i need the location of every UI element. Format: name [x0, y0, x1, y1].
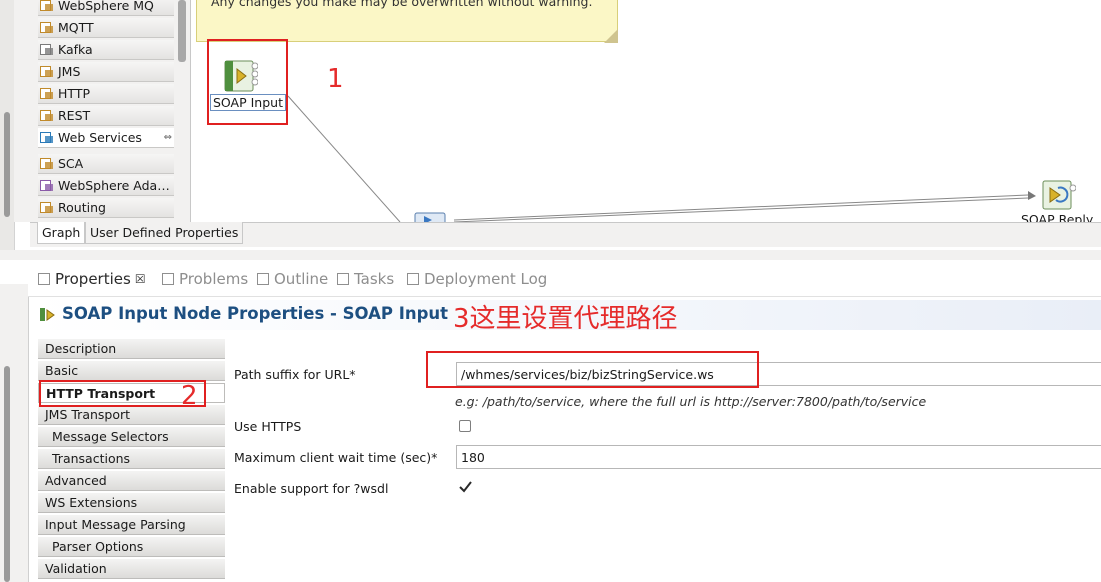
- section-label: Parser Options: [52, 539, 144, 554]
- palette-item-label: SCA: [58, 156, 84, 171]
- problems-icon: [162, 273, 174, 285]
- soap-input-node-icon[interactable]: [224, 60, 259, 92]
- use-https-checkbox[interactable]: [459, 420, 471, 432]
- properties-icon: [38, 273, 50, 285]
- palette-item-label: REST: [58, 108, 91, 123]
- section-label: JMS Transport: [45, 407, 131, 422]
- annotation-text-3: 3这里设置代理路径: [453, 304, 678, 334]
- use-https-label: Use HTTPS: [234, 419, 302, 434]
- sca-icon: [40, 157, 54, 170]
- tab-tasks[interactable]: Tasks: [337, 268, 394, 290]
- palette-item-label: Kafka: [58, 42, 93, 57]
- annotation-number-1: 1: [327, 64, 344, 94]
- kafka-icon: [40, 43, 54, 56]
- palette-item[interactable]: HTTP: [38, 84, 174, 104]
- palette-item[interactable]: MQTT: [38, 18, 174, 38]
- tab-properties[interactable]: Properties ☒: [38, 268, 146, 290]
- mqtt-icon: [40, 21, 54, 34]
- http-icon: [40, 87, 54, 100]
- section-label: HTTP Transport: [46, 385, 156, 401]
- section-label: Message Selectors: [52, 429, 169, 444]
- palette-item[interactable]: Routing: [38, 198, 174, 218]
- section-label: Input Message Parsing: [45, 517, 186, 532]
- tab-graph[interactable]: Graph: [37, 222, 86, 244]
- palette-item-label: Web Services: [58, 130, 142, 145]
- section-transactions[interactable]: Transactions: [38, 449, 225, 469]
- tab-outline[interactable]: Outline: [257, 268, 328, 290]
- max-wait-value: 180: [461, 449, 485, 465]
- section-basic[interactable]: Basic: [38, 361, 225, 381]
- tasks-icon: [337, 273, 349, 285]
- path-suffix-value: /whmes/services/biz/bizStringService.ws: [461, 366, 714, 382]
- palette-item[interactable]: SCA: [38, 154, 174, 174]
- jms-icon: [40, 65, 54, 78]
- palette-item[interactable]: WebSphere MQ: [38, 0, 174, 16]
- properties-title: SOAP Input Node Properties - SOAP Input: [62, 304, 449, 323]
- soap-input-node-label[interactable]: SOAP Input: [210, 94, 286, 111]
- wsdl-support-label: Enable support for ?wsdl: [234, 481, 389, 496]
- properties-left-scrollbar[interactable]: [4, 366, 10, 582]
- soap-reply-node-label[interactable]: SOAP Reply: [1021, 214, 1093, 222]
- annotation-number-2: 2: [181, 381, 198, 411]
- palette-item-label: JMS: [58, 64, 81, 79]
- left-scrollbar-thumb[interactable]: [4, 112, 10, 217]
- checkmark-icon: [459, 481, 472, 493]
- max-wait-label: Maximum client wait time (sec)*: [234, 450, 438, 465]
- tab-deployment-log[interactable]: Deployment Log: [407, 268, 547, 290]
- section-label: Basic: [45, 363, 79, 378]
- deployment-log-icon: [407, 273, 419, 285]
- section-validation[interactable]: Validation: [38, 559, 225, 579]
- wsdl-support-checkbox[interactable]: [458, 480, 472, 494]
- palette-item-label: HTTP: [58, 86, 90, 101]
- tab-problems[interactable]: Problems: [162, 268, 248, 290]
- websphere-adapters-icon: [40, 179, 54, 192]
- outline-icon: [257, 273, 269, 285]
- section-input-message-parsing[interactable]: Input Message Parsing: [38, 515, 225, 535]
- palette-item-label: WebSphere MQ: [58, 0, 154, 13]
- section-label: Description: [45, 341, 117, 356]
- view-tab-label: Tasks: [354, 270, 395, 288]
- palette-item-label: WebSphere Ada…: [58, 178, 170, 193]
- websphere-mq-icon: [40, 0, 54, 12]
- soap-reply-label-text: SOAP Reply: [1021, 214, 1094, 222]
- tab-graph-label: Graph: [42, 225, 81, 240]
- tab-user-defined-properties[interactable]: User Defined Properties: [85, 222, 244, 244]
- palette-item[interactable]: JMS: [38, 62, 174, 82]
- soap-reply-node-icon[interactable]: [1042, 180, 1077, 212]
- palette-item[interactable]: WebSphere Ada…: [38, 176, 174, 196]
- path-suffix-label: Path suffix for URL*: [234, 367, 356, 382]
- web-services-icon: [40, 131, 54, 144]
- close-icon[interactable]: ☒: [135, 272, 146, 286]
- palette-scrollbar-thumb[interactable]: [178, 0, 186, 62]
- soap-input-small-icon: [40, 308, 55, 321]
- section-message-selectors[interactable]: Message Selectors: [38, 427, 225, 447]
- max-wait-input[interactable]: 180: [456, 445, 1101, 469]
- section-parser-options[interactable]: Parser Options: [38, 537, 225, 557]
- view-tab-label: Properties: [55, 270, 131, 288]
- rest-icon: [40, 109, 54, 122]
- palette-item[interactable]: Kafka: [38, 40, 174, 60]
- view-tab-label: Deployment Log: [424, 270, 548, 288]
- section-ws-extensions[interactable]: WS Extensions: [38, 493, 225, 513]
- section-description[interactable]: Description: [38, 339, 225, 359]
- view-separator: [0, 250, 1101, 260]
- section-label: Advanced: [45, 473, 107, 488]
- tab-udp-label: User Defined Properties: [90, 225, 239, 240]
- section-advanced[interactable]: Advanced: [38, 471, 225, 491]
- path-suffix-hint: e.g: /path/to/service, where the full ur…: [455, 394, 927, 409]
- palette-item-label: Routing: [58, 200, 106, 215]
- section-label: WS Extensions: [45, 495, 138, 510]
- expand-icon[interactable]: ⇔: [164, 132, 172, 143]
- palette-item[interactable]: Web Services ⇔: [38, 128, 174, 148]
- view-tab-label: Problems: [179, 270, 249, 288]
- routing-icon: [40, 201, 54, 214]
- path-suffix-input[interactable]: /whmes/services/biz/bizStringService.ws: [456, 362, 1101, 386]
- section-label: Transactions: [52, 451, 131, 466]
- section-label: Validation: [45, 561, 107, 576]
- middle-node-icon[interactable]: [414, 212, 446, 222]
- palette-item[interactable]: REST: [38, 106, 174, 126]
- palette-item-label: MQTT: [58, 20, 94, 35]
- view-tab-label: Outline: [274, 270, 329, 288]
- flow-connections: [287, 95, 1036, 222]
